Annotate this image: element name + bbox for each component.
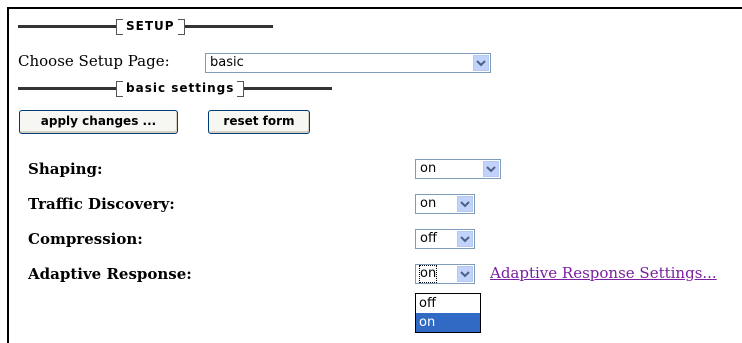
header-rule (18, 24, 116, 28)
setup-page-select[interactable]: basic (205, 53, 491, 73)
reset-form-button[interactable]: reset form (208, 110, 310, 134)
section-header: basic settings (18, 80, 333, 97)
choose-setup-page-label: Choose Setup Page: (18, 52, 170, 70)
section-header-label: basic settings (116, 80, 245, 97)
chevron-down-icon (457, 196, 473, 212)
header-rule (18, 86, 116, 90)
compression-select[interactable]: off (415, 229, 475, 249)
setup-page-select-value: basic (210, 55, 244, 70)
header-rule (244, 86, 333, 90)
traffic-discovery-select[interactable]: on (415, 194, 475, 214)
traffic-discovery-label: Traffic Discovery: (28, 195, 175, 213)
chevron-down-icon (457, 266, 473, 282)
chevron-down-icon (457, 231, 473, 247)
compression-select-value: off (420, 231, 437, 246)
adaptive-response-select[interactable]: on (415, 264, 475, 284)
adaptive-response-label: Adaptive Response: (28, 265, 192, 283)
dropdown-option-on[interactable]: on (416, 313, 480, 332)
chevron-down-icon (473, 55, 489, 71)
dropdown-option-off[interactable]: off (416, 294, 480, 313)
setup-header-label: SETUP (116, 18, 185, 35)
setup-header: SETUP (18, 18, 273, 35)
shaping-select-value: on (420, 161, 437, 176)
apply-changes-button[interactable]: apply changes ... (19, 110, 178, 134)
compression-label: Compression: (28, 230, 143, 248)
shaping-label: Shaping: (28, 160, 103, 178)
chevron-down-icon (483, 161, 499, 177)
traffic-discovery-select-value: on (420, 196, 437, 211)
adaptive-response-select-value: on (418, 265, 438, 283)
adaptive-response-dropdown[interactable]: off on (415, 293, 481, 333)
header-rule (184, 24, 273, 28)
shaping-select[interactable]: on (415, 159, 501, 179)
adaptive-response-settings-link[interactable]: Adaptive Response Settings... (490, 264, 717, 282)
